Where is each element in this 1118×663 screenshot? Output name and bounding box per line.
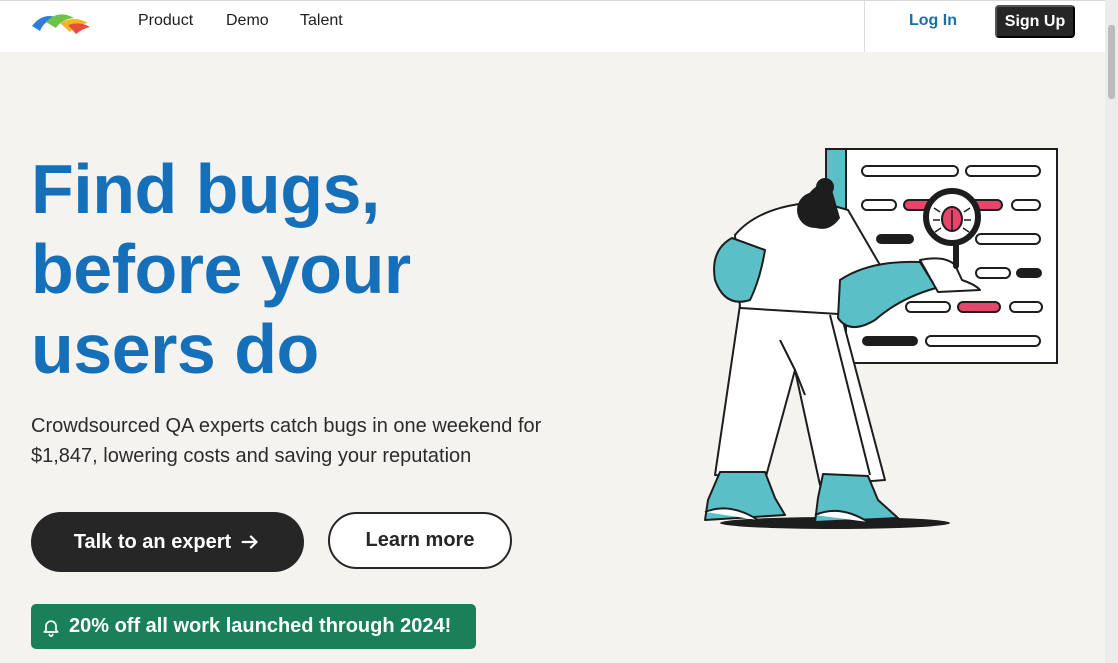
brand-logo[interactable] — [30, 9, 92, 35]
promo-text: 20% off all work launched through 2024! — [69, 615, 452, 637]
nav-demo[interactable]: Demo — [226, 12, 269, 30]
signup-button[interactable]: Sign Up — [995, 5, 1075, 38]
hero-title: Find bugs, before your users do — [31, 149, 551, 389]
hero-title-line-2: before your — [31, 230, 411, 308]
arrow-right-icon — [241, 535, 258, 549]
hero-illustration — [704, 148, 1058, 529]
nav-talent[interactable]: Talent — [300, 12, 343, 30]
login-link[interactable]: Log In — [909, 12, 957, 30]
scrollbar-thumb[interactable] — [1108, 25, 1115, 99]
hero-title-line-1: Find bugs, — [31, 150, 380, 228]
hero-subtitle: Crowdsourced QA experts catch bugs in on… — [31, 415, 542, 467]
top-navbar: Product Demo Talent Log In Sign Up — [0, 0, 1105, 52]
bell-icon — [43, 619, 59, 637]
page-scrollbar[interactable] — [1105, 0, 1118, 663]
nav-product[interactable]: Product — [138, 12, 193, 30]
talk-to-expert-button[interactable]: Talk to an expert — [31, 512, 304, 572]
promo-banner[interactable]: 20% off all work launched through 2024! — [31, 604, 476, 649]
nav-divider — [864, 1, 865, 52]
talk-to-expert-label: Talk to an expert — [73, 530, 232, 553]
learn-more-button[interactable]: Learn more — [328, 512, 512, 569]
hero-title-line-3: users do — [31, 310, 319, 388]
